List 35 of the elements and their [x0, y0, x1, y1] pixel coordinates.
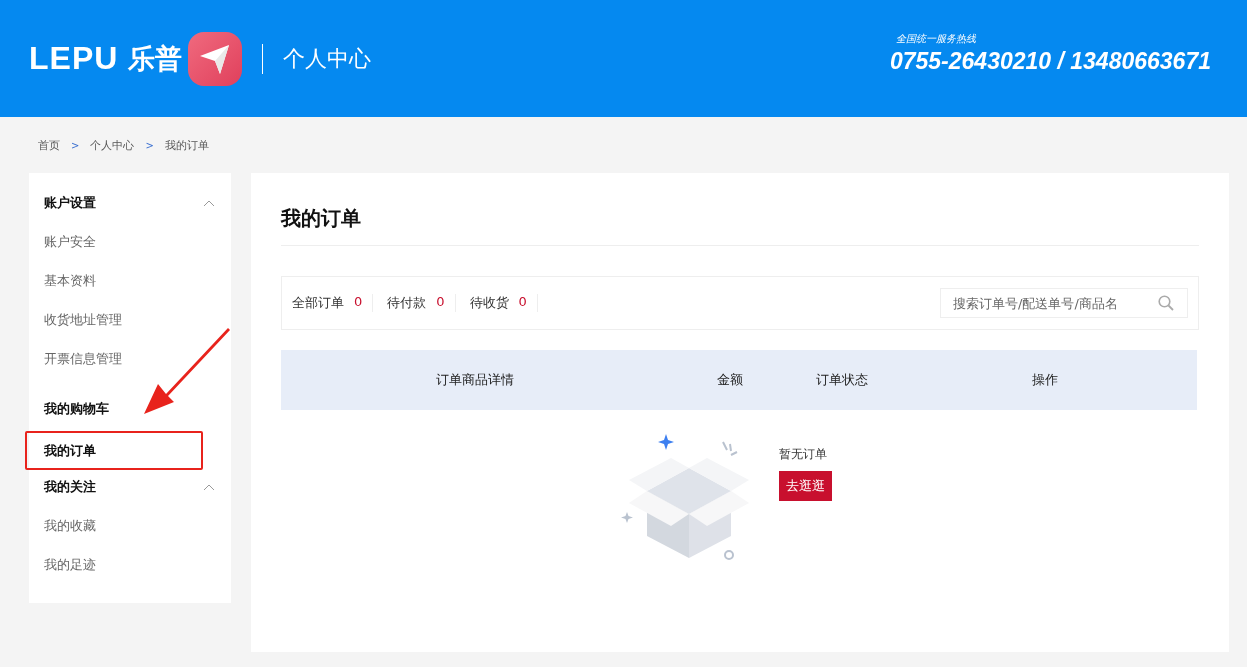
section-title: 个人中心	[283, 44, 372, 73]
page-title: 我的订单	[281, 173, 1199, 246]
order-filter-tab[interactable]: 全部订单 0	[292, 294, 374, 312]
order-filter-tab[interactable]: 待收货 0	[469, 294, 538, 312]
order-filter-tab[interactable]: 待付款 0	[387, 294, 456, 312]
hotline-label: 全国统一服务热线	[895, 32, 977, 46]
search-icon[interactable]	[1158, 295, 1174, 311]
column-header: 操作	[1030, 371, 1059, 389]
sidebar-item[interactable]: 开票信息管理	[29, 342, 237, 381]
column-header: 订单状态	[814, 371, 869, 389]
breadcrumb-link[interactable]: 我的订单	[164, 137, 209, 153]
sidebar-heading[interactable]: 我的购物车	[29, 392, 203, 431]
breadcrumb-link[interactable]: 个人中心	[90, 137, 135, 153]
column-header: 订单商品详情	[435, 371, 516, 389]
breadcrumb-separator: >	[145, 139, 154, 151]
sidebar-item[interactable]: 我的收藏	[29, 509, 237, 548]
empty-message: 暂无订单	[778, 445, 827, 463]
highlighted-sidebar-item[interactable]: 我的订单	[25, 431, 203, 470]
sidebar-heading[interactable]: 账户设置	[29, 186, 203, 225]
breadcrumb-separator: >	[71, 139, 80, 151]
hotline-number: 0755-26430210 / 13480663671	[889, 48, 1211, 75]
column-header: 金额	[716, 371, 745, 389]
search-field[interactable]: 搜索订单号/配送单号/商品名	[940, 288, 1188, 318]
caret-icon[interactable]	[203, 200, 215, 207]
sidebar-item[interactable]: 我的足迹	[29, 548, 237, 587]
sidebar-item[interactable]: 基本资料	[29, 264, 237, 303]
breadcrumb-link[interactable]: 首页	[38, 137, 60, 153]
sidebar-item[interactable]: 收货地址管理	[29, 303, 237, 342]
brand-name-chinese: 乐普	[128, 41, 183, 76]
browse-button[interactable]: 去逛逛	[778, 470, 832, 501]
sidebar-item[interactable]: 账户安全	[29, 225, 237, 264]
sidebar-heading[interactable]: 我的关注	[29, 470, 203, 509]
brand-name: LEPU	[29, 40, 119, 77]
caret-icon[interactable]	[203, 484, 215, 491]
logo-icon	[188, 31, 243, 86]
